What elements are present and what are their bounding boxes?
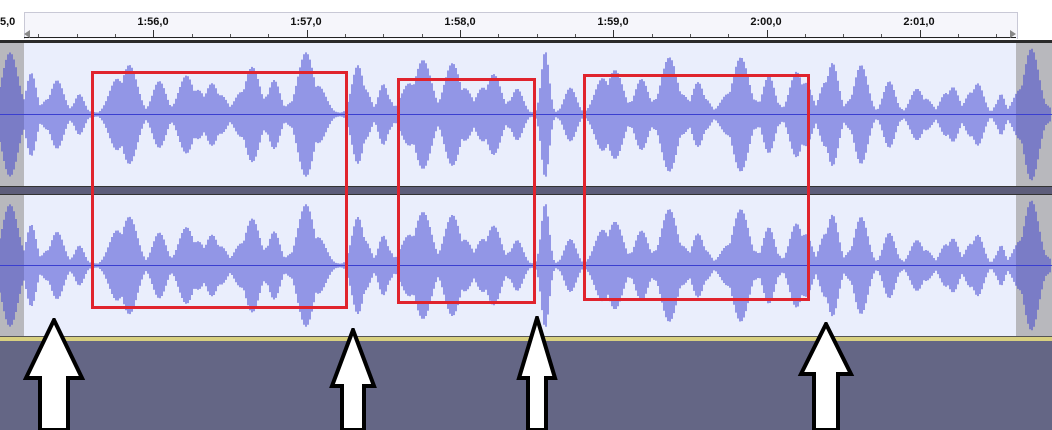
highlight-box-2 (397, 78, 536, 304)
scroll-right-icon[interactable] (1010, 30, 1016, 38)
tick-label-2: 1:57,0 (290, 16, 322, 28)
scroll-left-icon[interactable] (24, 30, 30, 38)
tick-label-0: 5,0 (0, 16, 16, 28)
tick-label-1: 1:56,0 (137, 16, 169, 28)
tick-label-4: 1:59,0 (597, 16, 629, 28)
up-arrow-icon-2 (329, 328, 377, 430)
up-arrow-icon-3 (516, 316, 558, 430)
highlight-box-1 (91, 71, 348, 309)
ruler-track[interactable] (24, 12, 1018, 39)
timeline-ruler[interactable]: 5,0 1:56,0 1:57,0 1:58,0 1:59,0 2:00,0 2… (0, 0, 1052, 40)
up-arrow-icon-1 (22, 318, 86, 430)
tick-label-5: 2:00,0 (750, 16, 782, 28)
highlight-box-3 (583, 74, 810, 301)
tick-label-6: 2:01,0 (903, 16, 935, 28)
tick-label-3: 1:58,0 (444, 16, 476, 28)
up-arrow-icon-4 (797, 322, 855, 430)
ruler-baseline (24, 37, 1016, 38)
